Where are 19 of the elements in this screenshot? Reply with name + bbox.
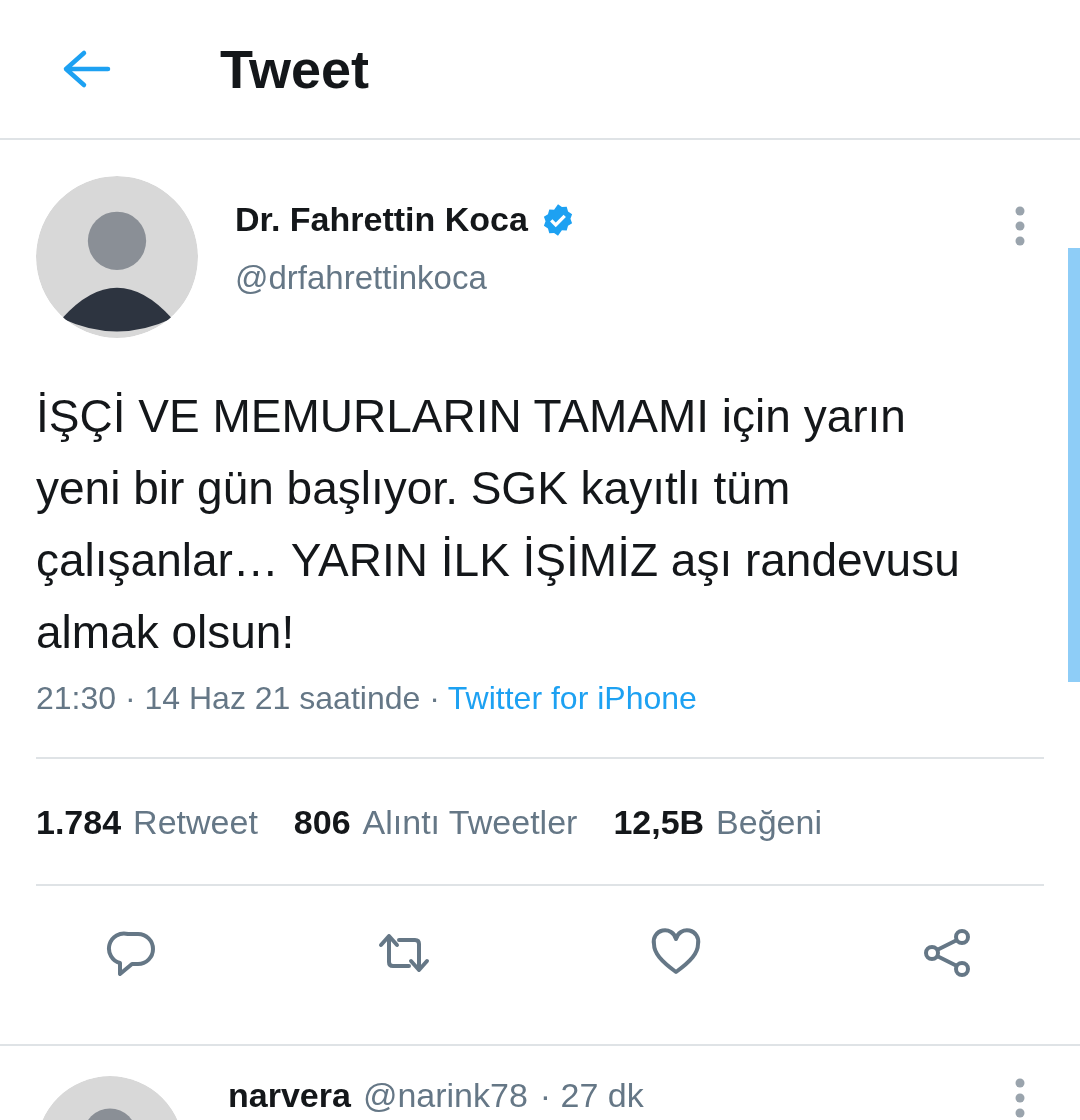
reply-author-name[interactable]: narvera <box>228 1076 351 1115</box>
author-name[interactable]: Dr. Fahrettin Koca <box>235 200 528 239</box>
stat-count[interactable]: 12,5B <box>613 803 705 841</box>
author-handle[interactable]: @drfahrettinkoca <box>235 259 1014 297</box>
stat-count[interactable]: 1.784 <box>36 803 122 841</box>
reply-author-handle[interactable]: @narink78 <box>362 1076 528 1115</box>
stat-label[interactable]: Retweet <box>133 803 258 841</box>
reply-time: · 27 dk <box>539 1076 644 1115</box>
tweet-text: İŞÇİ VE MEMURLARIN TAMAMI için yarın yeni bir gün başlıyor. SGK kayıtlı tüm çalışanlar… YARIN İLK İŞİMİZ aşı randevusu almak olsun! <box>36 389 961 660</box>
scrollbar-thumb[interactable] <box>1068 248 1080 682</box>
page-title: Tweet <box>220 38 370 100</box>
source-link[interactable]: Twitter for iPhone <box>447 680 697 716</box>
stat-label[interactable]: Beğeni <box>716 803 822 841</box>
stat-count[interactable]: 806 <box>293 803 351 841</box>
tweet-timestamp: 21:30 · 14 Haz 21 saatinde · <box>36 680 440 716</box>
stat-label[interactable]: Alıntı Tweetler <box>362 803 578 841</box>
avatar-icon[interactable] <box>36 176 198 338</box>
more-options-icon[interactable] <box>1014 206 1026 246</box>
more-options-icon[interactable] <box>1014 1078 1026 1118</box>
